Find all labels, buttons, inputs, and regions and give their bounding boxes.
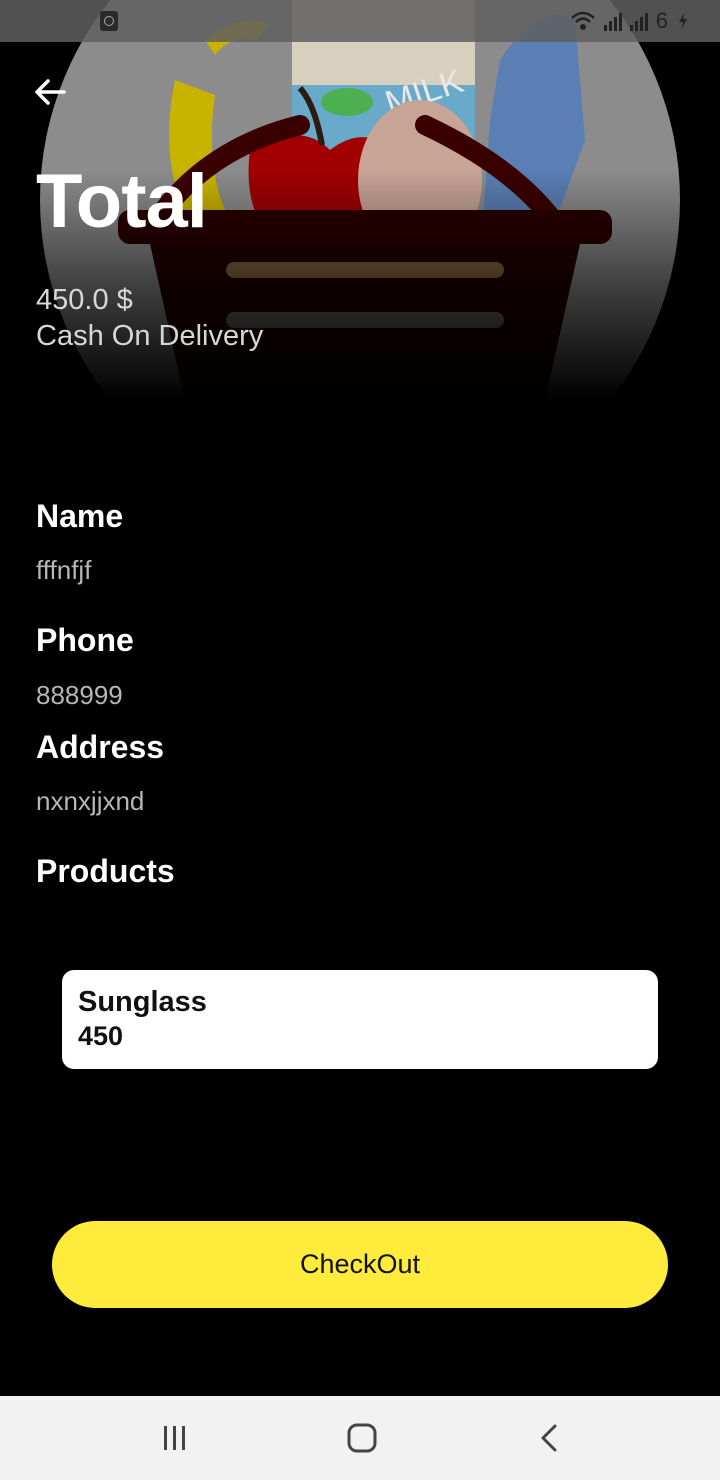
system-nav-bar — [0, 1396, 720, 1480]
payment-method: Cash On Delivery — [36, 320, 264, 352]
status-bar: 6 — [0, 0, 720, 42]
home-icon — [347, 1423, 377, 1453]
products-label: Products — [36, 853, 175, 889]
wifi-icon — [570, 11, 595, 30]
product-card: Sunglass 450 — [62, 970, 658, 1069]
signal-icon — [603, 11, 622, 31]
arrow-left-icon — [35, 79, 66, 105]
phone-label: Phone — [36, 622, 134, 658]
phone-value: 888999 — [36, 680, 123, 710]
total-amount: 450.0 $ — [36, 284, 133, 316]
status-icons: 6 — [570, 8, 690, 34]
recent-apps-icon — [164, 1426, 185, 1450]
name-value: fffnfjf — [36, 555, 92, 585]
page-title: Total — [36, 159, 208, 244]
address-label: Address — [36, 729, 165, 765]
product-name: Sunglass — [78, 986, 207, 1018]
battery-percent: 6 — [655, 8, 668, 33]
product-price: 450 — [78, 1021, 124, 1051]
name-label: Name — [36, 498, 124, 534]
home-button[interactable] — [340, 1416, 384, 1460]
checkout-button[interactable]: CheckOut — [52, 1221, 668, 1308]
system-back-button[interactable] — [528, 1416, 572, 1460]
app-notification-icon — [100, 11, 118, 31]
charging-icon — [679, 12, 687, 30]
address-value: nxnxjjxnd — [36, 786, 145, 816]
signal-icon — [629, 11, 648, 31]
recent-apps-button[interactable] — [153, 1416, 197, 1460]
back-button[interactable] — [30, 72, 70, 112]
back-icon — [541, 1424, 557, 1452]
